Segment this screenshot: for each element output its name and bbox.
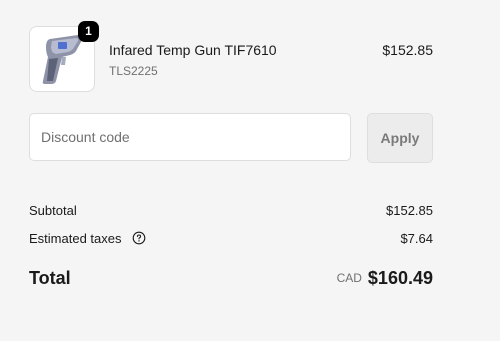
- apply-discount-button[interactable]: Apply: [367, 113, 433, 163]
- quantity-badge: 1: [78, 21, 99, 42]
- question-circle-icon[interactable]: [132, 231, 146, 245]
- cart-line-item: 1 Infared Temp Gun TIF7610 TLS2225 $152.…: [29, 21, 433, 92]
- total-value: $160.49: [367, 268, 433, 288]
- total-label: Total: [29, 268, 71, 288]
- subtotal-label: Subtotal: [29, 203, 77, 218]
- estimated-taxes-value: $7.64: [400, 231, 433, 246]
- subtotal-value: $152.85: [386, 203, 433, 218]
- currency-code: CAD: [336, 271, 362, 285]
- total-amount: CAD $160.49: [337, 268, 433, 289]
- discount-code-input[interactable]: [29, 113, 351, 161]
- product-price: $152.85: [382, 42, 433, 58]
- product-sku: TLS2225: [109, 64, 158, 78]
- product-title: Infared Temp Gun TIF7610: [109, 42, 277, 58]
- estimated-taxes-label: Estimated taxes: [29, 231, 122, 246]
